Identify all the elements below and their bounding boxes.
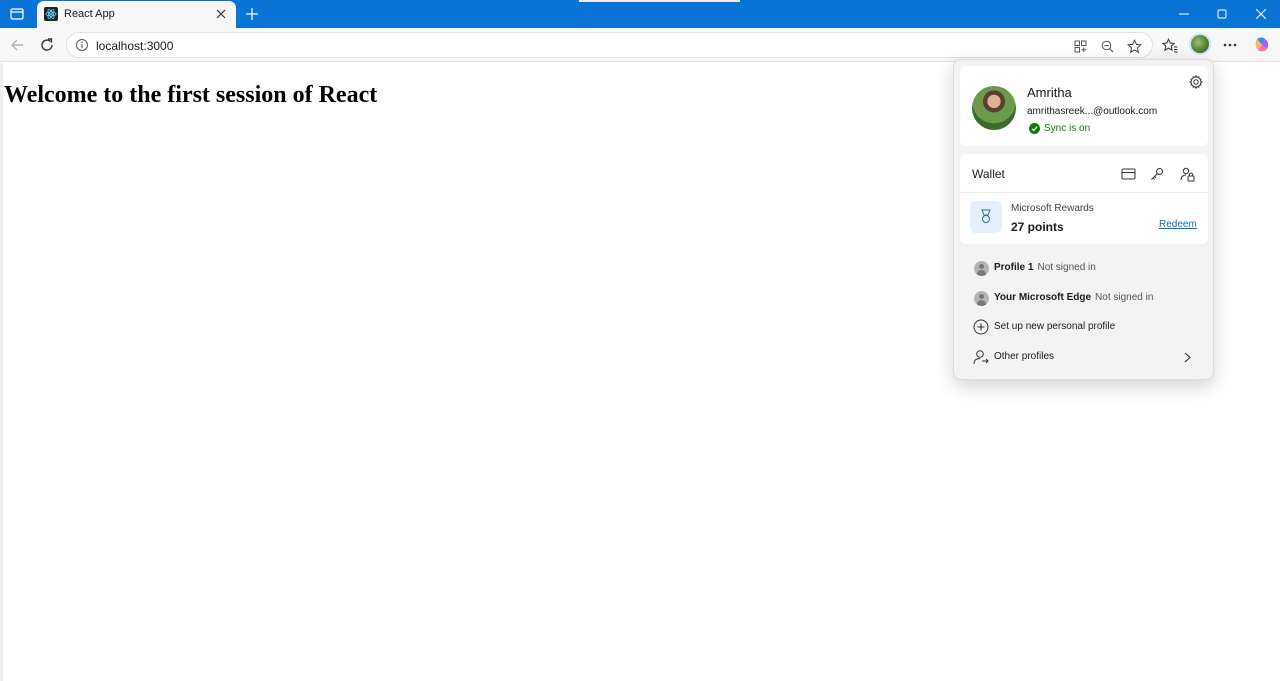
refresh-icon[interactable]	[37, 35, 57, 55]
other-profiles-label: Other profiles	[994, 351, 1055, 362]
address-bar[interactable]: localhost:3000	[66, 32, 1153, 58]
sync-check-icon	[1029, 123, 1040, 134]
more-options-icon[interactable]	[1220, 35, 1240, 55]
new-profile-row[interactable]: Set up new personal profile	[960, 314, 1208, 340]
chevron-right-icon	[1180, 349, 1194, 365]
add-circle-icon	[972, 318, 990, 336]
profile-name: Amritha	[1027, 85, 1072, 100]
tab-actions-icon[interactable]	[6, 4, 28, 24]
profile-row-status: Not signed in	[1095, 292, 1154, 303]
zoom-out-icon[interactable]	[1097, 36, 1117, 56]
restore-icon[interactable]	[1211, 4, 1233, 24]
password-key-icon[interactable]	[1147, 164, 1167, 184]
other-profiles-row[interactable]: Other profiles	[960, 344, 1208, 370]
browser-toolbar: localhost:3000	[0, 28, 1280, 62]
personal-info-icon[interactable]	[1177, 164, 1197, 184]
new-tab-icon[interactable]	[243, 5, 261, 23]
sync-status[interactable]: Sync is on	[1044, 123, 1090, 134]
minimize-icon[interactable]	[1173, 4, 1195, 24]
profile-row-name: Your Microsoft Edge	[994, 292, 1092, 303]
browser-tab[interactable]: React App	[37, 1, 236, 28]
address-url[interactable]: localhost:3000	[96, 39, 173, 53]
payment-card-icon[interactable]	[1118, 164, 1138, 184]
page-heading: Welcome to the first session of React	[4, 82, 378, 108]
rewards-points: 27 points	[1011, 220, 1064, 234]
title-drag-region	[579, 0, 740, 2]
back-arrow-icon[interactable]	[7, 35, 27, 55]
profile-flyout: Amritha amrithasreek...@outlook.com Sync…	[953, 59, 1214, 380]
favorites-icon[interactable]	[1160, 35, 1180, 55]
title-bar: React App	[0, 0, 1280, 28]
new-profile-label: Set up new personal profile	[994, 321, 1116, 332]
settings-gear-icon[interactable]	[1186, 72, 1206, 92]
profile-row-status: Not signed in	[1037, 262, 1096, 273]
redeem-link[interactable]: Redeem	[1159, 219, 1197, 230]
rewards-title: Microsoft Rewards	[1011, 203, 1094, 214]
copilot-icon[interactable]	[1252, 35, 1272, 55]
app-available-icon[interactable]	[1070, 36, 1090, 56]
rewards-medal-icon	[970, 201, 1002, 233]
wallet-label[interactable]: Wallet	[972, 167, 1005, 181]
close-window-icon[interactable]	[1250, 4, 1272, 24]
profile-row-your-microsoft-edge[interactable]: Your Microsoft Edge Not signed in	[960, 285, 1208, 311]
profile-email: amrithasreek...@outlook.com	[1027, 106, 1158, 117]
profile-avatar-button[interactable]	[1189, 33, 1211, 55]
react-favicon-icon	[44, 7, 58, 21]
close-tab-icon[interactable]	[212, 5, 230, 23]
profile-card: Amritha amrithasreek...@outlook.com Sync…	[960, 66, 1208, 146]
divider	[960, 192, 1208, 193]
tab-title: React App	[64, 8, 115, 20]
people-switch-icon	[972, 348, 990, 366]
favorite-star-icon[interactable]	[1124, 36, 1144, 56]
wallet-card: Wallet Microsoft Rewards 27 points Redee…	[960, 154, 1208, 244]
profile-avatar	[972, 86, 1016, 130]
profile-row-name: Profile 1	[994, 262, 1034, 273]
site-info-icon[interactable]	[75, 38, 89, 52]
person-avatar-icon	[972, 289, 990, 307]
person-avatar-icon	[972, 259, 990, 277]
profile-row-profile-1[interactable]: Profile 1 Not signed in	[960, 255, 1208, 281]
